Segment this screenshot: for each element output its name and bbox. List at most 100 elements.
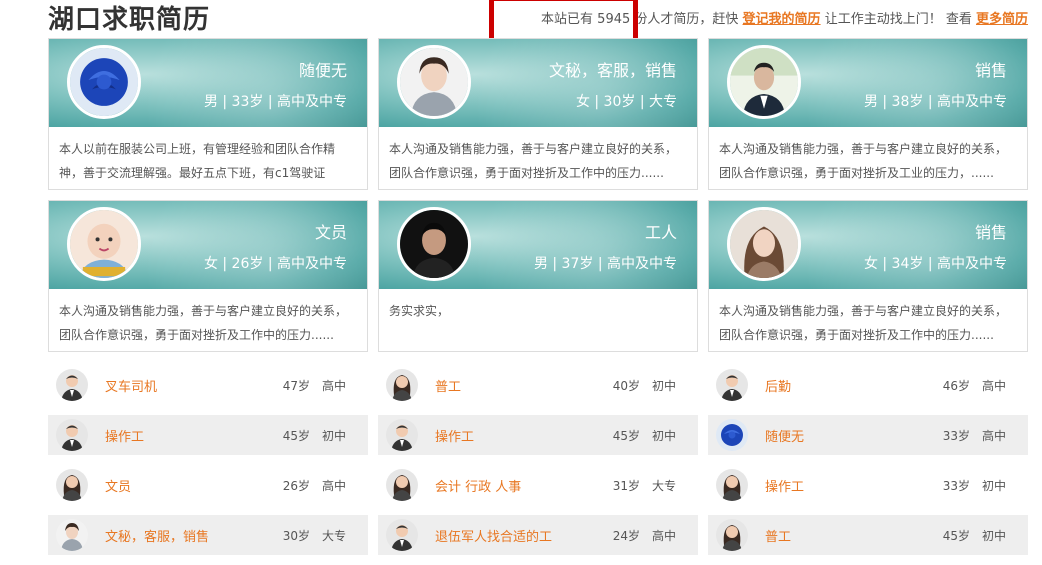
- resume-card[interactable]: 销售 男 | 38岁 | 高中及中专 本人沟通及销售能力强，善于与客户建立良好的…: [708, 38, 1028, 190]
- card-description: 本人沟通及销售能力强，善于与客户建立良好的关系，团队合作意识强，勇于面对挫折及工…: [719, 142, 1008, 180]
- card-job-title[interactable]: 随便无: [299, 57, 347, 81]
- list-job-title[interactable]: 后勤: [765, 376, 915, 395]
- card-meta: 女 | 30岁 | 大专: [575, 94, 677, 110]
- female-avatar-icon: [716, 519, 748, 551]
- card-description: 本人沟通及销售能力强，善于与客户建立良好的关系，团队合作意识强，勇于面对挫折及工…: [59, 304, 348, 342]
- resume-card[interactable]: 文秘，客服，销售 女 | 30岁 | 大专 本人沟通及销售能力强，善于与客户建立…: [378, 38, 698, 190]
- card-description: 本人沟通及销售能力强，善于与客户建立良好的关系，团队合作意识强，勇于面对挫折及工…: [389, 142, 678, 180]
- male-avatar-icon: [386, 519, 418, 551]
- list-education: 初中: [321, 428, 346, 443]
- card-header: 文员 女 | 26岁 | 高中及中专: [49, 201, 367, 289]
- woman-avatar[interactable]: [397, 45, 471, 119]
- list-item[interactable]: 普工 40岁 初中: [378, 365, 698, 405]
- card-header: 销售 女 | 34岁 | 高中及中专: [709, 201, 1027, 289]
- card-meta: 女 | 26岁 | 高中及中专: [203, 256, 347, 272]
- list-age: 45岁: [282, 428, 310, 443]
- list-job-title[interactable]: 普工: [435, 376, 585, 395]
- card-job-title[interactable]: 工人: [645, 219, 677, 243]
- list-job-title[interactable]: 叉车司机: [105, 376, 255, 395]
- resume-card[interactable]: 销售 女 | 34岁 | 高中及中专 本人沟通及销售能力强，善于与客户建立良好的…: [708, 200, 1028, 352]
- card-description: 本人以前在服装公司上班，有管理经验和团队合作精神，善于交流理解强。最好五点下班，…: [59, 142, 336, 180]
- list-age: 24岁: [612, 528, 640, 543]
- rose-avatar-icon: [716, 419, 748, 451]
- list-education: 初中: [651, 428, 676, 443]
- card-header: 销售 男 | 38岁 | 高中及中专: [709, 39, 1027, 127]
- female-avatar-icon: [386, 369, 418, 401]
- list-education: 大专: [321, 528, 346, 543]
- man-avatar[interactable]: [727, 45, 801, 119]
- list-education: 高中: [321, 378, 346, 393]
- list-item[interactable]: 操作工 45岁 初中: [378, 415, 698, 455]
- list-education: 初中: [651, 378, 676, 393]
- list-age: 31岁: [612, 478, 640, 493]
- card-header: 文秘，客服，销售 女 | 30岁 | 大专: [379, 39, 697, 127]
- male-avatar-icon: [716, 369, 748, 401]
- list-job-title[interactable]: 退伍军人找合适的工: [435, 526, 585, 545]
- female-avatar-icon: [716, 469, 748, 501]
- male-avatar-icon: [386, 419, 418, 451]
- female-avatar-icon: [56, 469, 88, 501]
- list-job-title[interactable]: 操作工: [435, 426, 585, 445]
- list-item[interactable]: 后勤 46岁 高中: [708, 365, 1028, 405]
- resume-card[interactable]: 文员 女 | 26岁 | 高中及中专 本人沟通及销售能力强，善于与客户建立良好的…: [48, 200, 368, 352]
- list-age: 46岁: [942, 378, 970, 393]
- resume-card[interactable]: 工人 男 | 37岁 | 高中及中专 务实求实，: [378, 200, 698, 352]
- card-description: 务实求实，: [389, 304, 450, 318]
- list-age: 47岁: [282, 378, 310, 393]
- list-age: 26岁: [282, 478, 310, 493]
- stat-middle-text: 让工作主动找上门！ 查看: [824, 12, 972, 27]
- list-job-title[interactable]: 随便无: [765, 426, 915, 445]
- list-age: 33岁: [942, 478, 970, 493]
- card-job-title[interactable]: 销售: [975, 219, 1007, 243]
- list-item[interactable]: 随便无 33岁 高中: [708, 415, 1028, 455]
- list-education: 高中: [981, 378, 1006, 393]
- card-job-title[interactable]: 销售: [975, 57, 1007, 81]
- list-item[interactable]: 操作工 45岁 初中: [48, 415, 368, 455]
- list-item[interactable]: 会计 行政 人事 31岁 大专: [378, 465, 698, 505]
- photo-avatar-icon: [56, 519, 88, 551]
- list-age: 45岁: [612, 428, 640, 443]
- list-job-title[interactable]: 普工: [765, 526, 915, 545]
- card-header: 工人 男 | 37岁 | 高中及中专: [379, 201, 697, 289]
- resume-card[interactable]: 随便无 男 | 33岁 | 高中及中专 本人以前在服装公司上班，有管理经验和团队…: [48, 38, 368, 190]
- list-item[interactable]: 文员 26岁 高中: [48, 465, 368, 505]
- list-education: 初中: [981, 528, 1006, 543]
- dark-man-avatar[interactable]: [397, 207, 471, 281]
- card-meta: 男 | 37岁 | 高中及中专: [533, 256, 677, 272]
- list-item[interactable]: 文秘，客服，销售 30岁 大专: [48, 515, 368, 555]
- rose-avatar[interactable]: [67, 45, 141, 119]
- female-avatar-icon: [386, 469, 418, 501]
- page-title: 湖口求职简历: [48, 5, 211, 35]
- card-job-title[interactable]: 文秘，客服，销售: [549, 57, 677, 81]
- woman2-avatar[interactable]: [727, 207, 801, 281]
- list-age: 45岁: [942, 528, 970, 543]
- list-job-title[interactable]: 操作工: [105, 426, 255, 445]
- card-meta: 男 | 33岁 | 高中及中专: [203, 94, 347, 110]
- card-job-title[interactable]: 文员: [315, 219, 347, 243]
- list-education: 高中: [651, 528, 676, 543]
- card-header: 随便无 男 | 33岁 | 高中及中专: [49, 39, 367, 127]
- list-job-title[interactable]: 会计 行政 人事: [435, 476, 585, 495]
- baby-avatar[interactable]: [67, 207, 141, 281]
- register-resume-link[interactable]: 登记我的简历: [743, 12, 821, 27]
- list-age: 40岁: [612, 378, 640, 393]
- list-item[interactable]: 普工 45岁 初中: [708, 515, 1028, 555]
- list-education: 初中: [981, 478, 1006, 493]
- list-age: 33岁: [942, 428, 970, 443]
- list-education: 高中: [321, 478, 346, 493]
- list-education: 大专: [651, 478, 676, 493]
- list-age: 30岁: [282, 528, 310, 543]
- male-avatar-icon: [56, 419, 88, 451]
- list-job-title[interactable]: 文员: [105, 476, 255, 495]
- list-item[interactable]: 操作工 33岁 初中: [708, 465, 1028, 505]
- list-item[interactable]: 叉车司机 47岁 高中: [48, 365, 368, 405]
- header: 湖口求职简历 本站已有 5945 份人才简历，赶快 登记我的简历 让工作主动找上…: [0, 0, 1042, 44]
- list-job-title[interactable]: 操作工: [765, 476, 915, 495]
- list-item[interactable]: 退伍军人找合适的工 24岁 高中: [378, 515, 698, 555]
- more-resumes-link[interactable]: 更多简历: [976, 12, 1028, 27]
- male-avatar-icon: [56, 369, 88, 401]
- card-meta: 男 | 38岁 | 高中及中专: [863, 94, 1007, 110]
- card-description: 本人沟通及销售能力强，善于与客户建立良好的关系，团队合作意识强，勇于面对挫折及工…: [719, 304, 1008, 342]
- list-job-title[interactable]: 文秘，客服，销售: [105, 526, 255, 545]
- list-education: 高中: [981, 428, 1006, 443]
